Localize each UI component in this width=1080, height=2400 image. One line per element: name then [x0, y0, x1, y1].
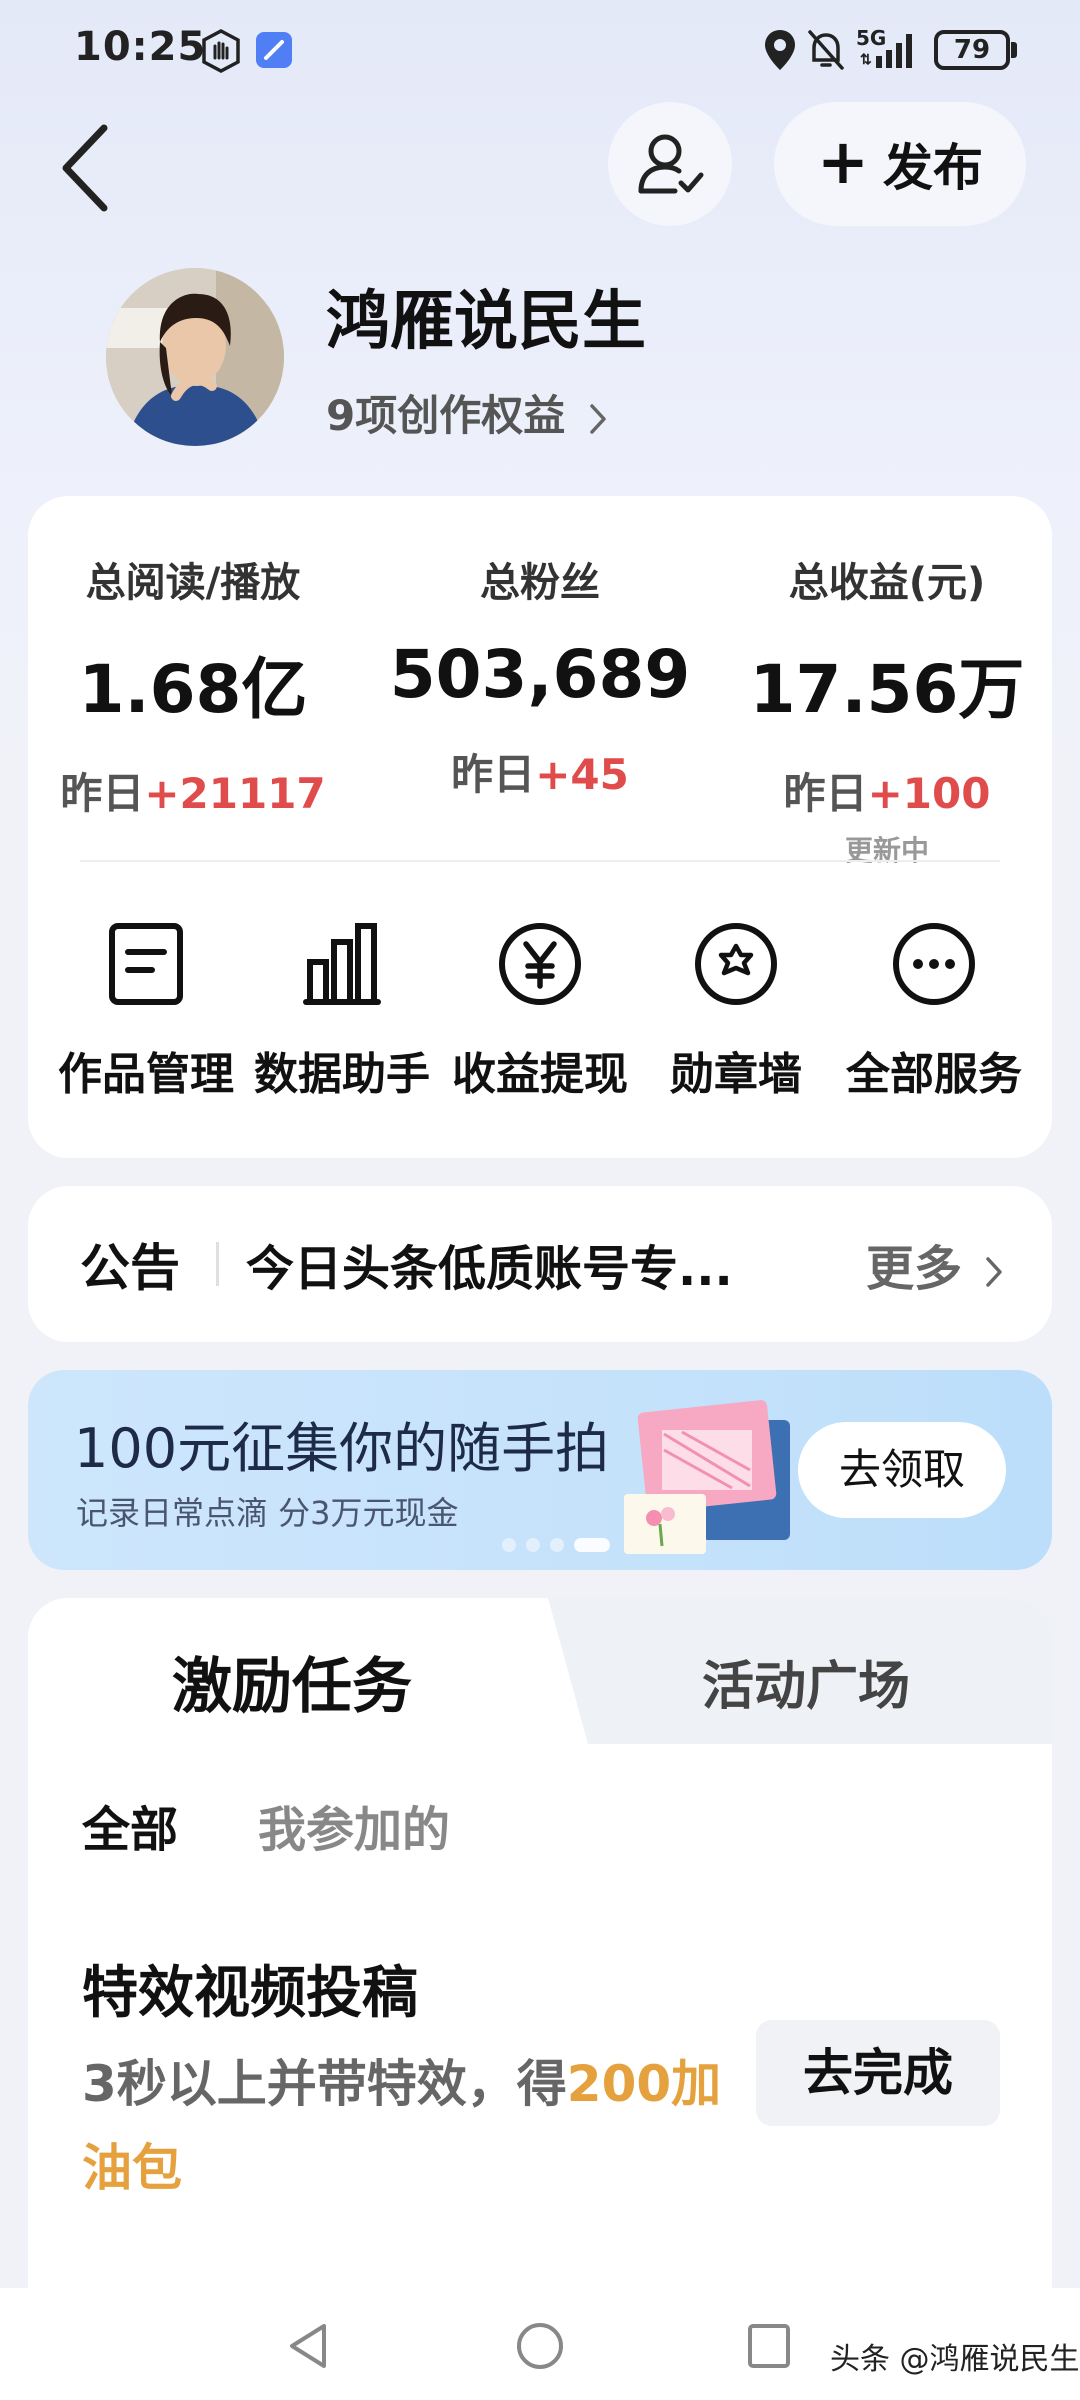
tab-incentive-tasks[interactable]: 激励任务 [172, 1638, 412, 1725]
system-nav-bar: 头条 @鸿雁说民生 [0, 2288, 1080, 2400]
plus-icon: + [817, 124, 869, 198]
watermark: 头条 @鸿雁说民生 [830, 2342, 1080, 2377]
tasks-panel: 激励任务 活动广场 全部 我参加的 特效视频投稿 3秒以上并带特效，得200加油… [28, 1598, 1052, 2288]
stat-delta-value: +45 [535, 750, 629, 799]
status-time: 10:25 [74, 24, 207, 70]
avatar-image [106, 268, 284, 446]
banner-title: 100元征集你的随手拍 [74, 1417, 610, 1480]
stat-delta-prefix: 昨日 [60, 769, 145, 818]
chevron-right-icon [985, 1257, 1002, 1287]
stat-value: 503,689 [389, 636, 691, 713]
nav-recents-icon[interactable] [744, 2320, 792, 2372]
service-label: 数据助手 [254, 1049, 430, 1100]
stat-delta-prefix: 昨日 [451, 750, 536, 799]
signal-icon: ⇅ [860, 34, 912, 68]
task-title: 特效视频投稿 [82, 1961, 418, 2026]
service-label: 勋章墙 [670, 1049, 802, 1100]
service-label: 收益提现 [452, 1049, 628, 1100]
yen-icon [499, 923, 581, 1005]
stat-label: 总阅读/播放 [85, 560, 301, 606]
stat-delta-value: +100 [867, 769, 991, 818]
creator-rights-link[interactable]: 9项创作权益 [326, 382, 610, 443]
stat-value: 17.56万 [749, 651, 1025, 728]
carousel-dot [502, 1538, 516, 1552]
avatar[interactable] [106, 268, 284, 446]
user-manage-button[interactable] [608, 102, 732, 226]
app-notification-icon [256, 32, 292, 68]
service-label: 全部服务 [846, 1049, 1022, 1100]
service-medal-wall[interactable]: 勋章墙 [636, 914, 836, 1102]
claim-button[interactable]: 去领取 [798, 1422, 1006, 1518]
divider [216, 1242, 219, 1286]
service-withdraw-income[interactable]: 收益提现 [440, 914, 640, 1102]
back-button[interactable] [50, 118, 120, 218]
carousel-indicator [502, 1538, 610, 1552]
username: 鸿雁说民生 [326, 285, 646, 359]
bar-chart-icon [303, 923, 381, 1005]
hand-icon [202, 29, 240, 73]
stat-label: 总收益(元) [788, 560, 986, 606]
stat-total-income[interactable]: 总收益(元) 17.56万 昨日+100 更新中 [722, 550, 1052, 869]
battery-tip [1011, 42, 1017, 58]
service-works-management[interactable]: 作品管理 [46, 914, 246, 1102]
mute-bell-icon [808, 30, 844, 70]
publish-label: 发布 [882, 139, 983, 197]
stat-value: 1.68亿 [78, 651, 308, 728]
announcement-title: 公告 [80, 1239, 180, 1297]
stat-label: 总粉丝 [480, 560, 600, 606]
stats-card: 总阅读/播放 1.68亿 昨日+21117 总粉丝 503,689 昨日+45 … [28, 496, 1052, 1158]
complete-task-button[interactable]: 去完成 [756, 2020, 1000, 2126]
stat-delta-value: +21117 [144, 769, 326, 818]
creator-rights-label: 9项创作权益 [326, 391, 566, 440]
tab-activity-square[interactable]: 活动广场 [702, 1644, 910, 1719]
document-icon [109, 923, 183, 1005]
carousel-dot [550, 1538, 564, 1552]
publish-button[interactable]: + 发布 [774, 102, 1026, 226]
carousel-dot [526, 1538, 540, 1552]
stat-note: 更新中 [844, 834, 929, 867]
nav-back-icon[interactable] [284, 2320, 332, 2372]
stat-delta: 昨日+100 [722, 760, 1052, 821]
filter-all[interactable]: 全部 [82, 1790, 178, 1860]
more-icon [893, 923, 975, 1005]
stat-delta: 昨日+21117 [28, 760, 358, 821]
carousel-dot-active [574, 1538, 610, 1552]
stat-delta-prefix: 昨日 [783, 769, 868, 818]
service-label: 作品管理 [58, 1049, 234, 1100]
battery-indicator: 79 [934, 30, 1010, 70]
medal-icon [695, 923, 777, 1005]
photo-illustration-icon [624, 1400, 790, 1554]
task-description: 3秒以上并带特效，得200加油包 [82, 2042, 722, 2210]
user-check-icon [638, 134, 704, 194]
announcement-text: 今日头条低质账号专... [246, 1241, 733, 1297]
status-bar: 10:25 5G ⇅ 79 [0, 0, 1080, 100]
service-all-services[interactable]: 全部服务 [834, 914, 1034, 1102]
filter-joined[interactable]: 我参加的 [258, 1790, 450, 1860]
stat-delta: 昨日+45 [375, 741, 705, 802]
banner-subtitle: 记录日常点滴 分3万元现金 [76, 1494, 459, 1532]
chevron-right-icon [590, 403, 606, 434]
promo-banner[interactable]: 100元征集你的随手拍 记录日常点滴 分3万元现金 去领取 [28, 1370, 1052, 1570]
stat-total-reads[interactable]: 总阅读/播放 1.68亿 昨日+21117 [28, 550, 358, 821]
nav-home-icon[interactable] [514, 2320, 566, 2372]
stat-total-fans[interactable]: 总粉丝 503,689 昨日+45 [375, 550, 705, 802]
announcement-more-link[interactable]: 更多 [866, 1229, 1005, 1299]
service-data-assistant[interactable]: 数据助手 [242, 914, 442, 1102]
divider [80, 860, 1000, 862]
more-label: 更多 [866, 1241, 963, 1297]
announcement-bar[interactable]: 公告 今日头条低质账号专... 更多 [28, 1186, 1052, 1342]
location-icon [765, 30, 795, 70]
back-arrow-icon [62, 124, 108, 212]
svg-text:⇅: ⇅ [860, 51, 872, 67]
task-desc-text: 3秒以上并带特效，得 [82, 2055, 567, 2113]
